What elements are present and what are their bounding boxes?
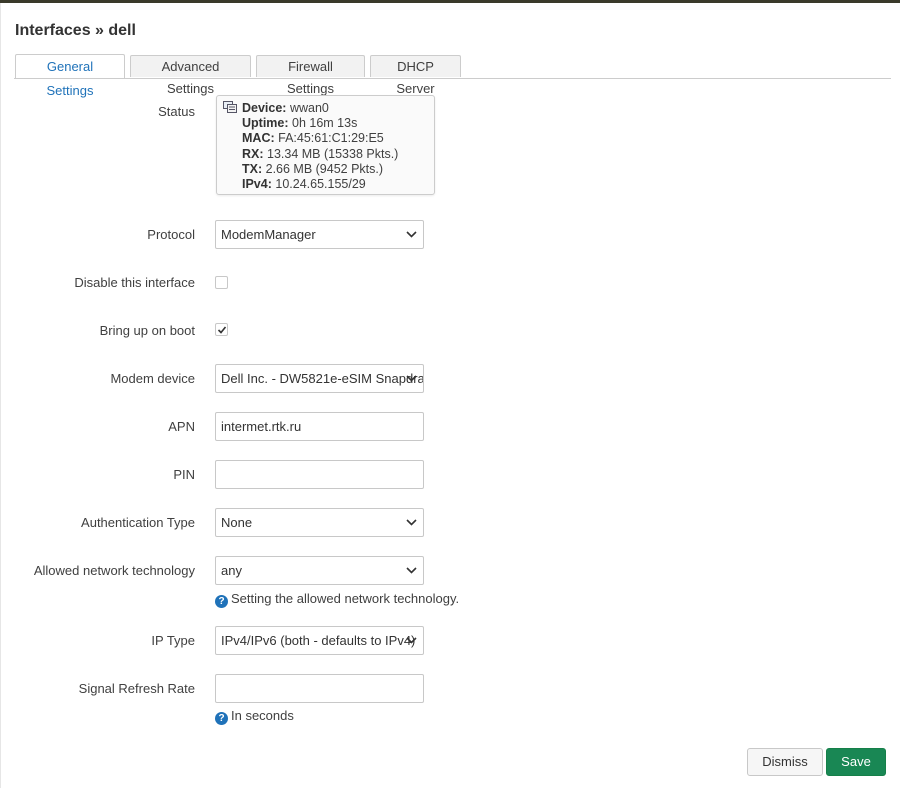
chevron-down-icon: [406, 519, 417, 526]
modal-title: Interfaces » dell: [15, 22, 136, 39]
ip-type-select[interactable]: IPv4/IPv6 (both - defaults to IPv4): [215, 626, 424, 655]
chevron-down-icon: [406, 231, 417, 238]
status-box: Device: wwan0 Uptime: 0h 16m 13s MAC: FA…: [216, 95, 435, 195]
help-icon: ?: [215, 712, 228, 725]
modem-device-label: Modem device: [110, 371, 195, 386]
status-details: Device: wwan0 Uptime: 0h 16m 13s MAC: FA…: [242, 101, 398, 192]
auth-type-label: Authentication Type: [81, 515, 195, 530]
tab-bar: General Settings Advanced Settings Firew…: [14, 53, 891, 98]
allowed-tech-help: ? Setting the allowed network technology.: [215, 591, 459, 608]
dismiss-button[interactable]: Dismiss: [747, 748, 823, 776]
chevron-down-icon: [406, 637, 417, 644]
tab-firewall-settings[interactable]: Firewall Settings: [256, 55, 365, 96]
chevron-down-icon: [406, 567, 417, 574]
pin-input[interactable]: [215, 460, 424, 489]
allowed-tech-select[interactable]: any: [215, 556, 424, 585]
chevron-down-icon: [406, 375, 417, 382]
allowed-tech-label: Allowed network technology: [33, 563, 195, 578]
disable-interface-checkbox[interactable]: [215, 276, 228, 289]
status-rx: RX: 13.34 MB (15338 Pkts.): [242, 146, 399, 161]
auth-type-select[interactable]: None: [215, 508, 424, 537]
status-label: Status: [158, 104, 195, 119]
status-ipv4: IPv4: 10.24.65.155/29: [242, 177, 366, 192]
protocol-label: Protocol: [147, 227, 195, 242]
status-tx: TX: 2.66 MB (9452 Pkts.): [242, 161, 384, 176]
status-device: Device: wwan0: [242, 101, 329, 115]
disable-interface-label: Disable this interface: [74, 275, 195, 290]
tab-general-settings[interactable]: General Settings: [15, 54, 125, 98]
status-uptime: Uptime: 0h 16m 13s: [242, 116, 358, 131]
protocol-select[interactable]: ModemManager: [215, 220, 424, 249]
ip-type-label: IP Type: [151, 633, 195, 648]
interface-modal: Interfaces » dell General Settings Advan…: [0, 3, 900, 788]
modem-device-select[interactable]: Dell Inc. - DW5821e-eSIM Snapdragon: [215, 364, 424, 393]
tab-dhcp-server[interactable]: DHCP Server: [370, 55, 461, 96]
tab-advanced-settings[interactable]: Advanced Settings: [130, 55, 251, 96]
save-button[interactable]: Save: [826, 748, 886, 776]
apn-label: APN: [168, 419, 195, 434]
status-mac: MAC: FA:45:61:C1:29:E5: [242, 131, 384, 146]
pin-label: PIN: [173, 467, 195, 482]
signal-refresh-help: ? In seconds: [215, 708, 294, 725]
signal-refresh-input[interactable]: [215, 674, 424, 703]
help-icon: ?: [215, 595, 228, 608]
bring-up-on-boot-checkbox[interactable]: [215, 323, 228, 336]
bring-up-on-boot-label: Bring up on boot: [99, 323, 195, 338]
network-device-icon: [223, 101, 237, 113]
signal-refresh-label: Signal Refresh Rate: [78, 681, 195, 696]
apn-input[interactable]: intermet.rtk.ru: [215, 412, 424, 441]
checkmark-icon: [217, 326, 227, 334]
